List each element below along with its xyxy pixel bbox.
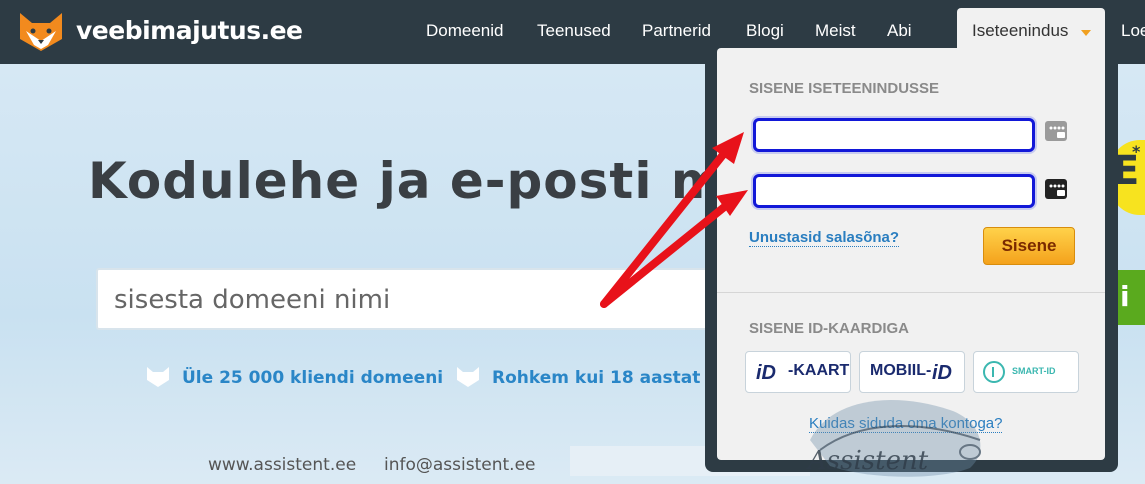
mobile-id-prefix: MOBIIL- [870,362,932,379]
panel-divider [717,292,1105,293]
mobile-id-button[interactable]: MOBIIL- iD [859,351,965,393]
username-input[interactable] [756,121,1036,151]
nav-loe-cut[interactable]: Loe [1121,21,1145,41]
password-field[interactable] [753,174,1036,208]
mobile-id-suffix: iD [932,362,952,384]
id-card-suffix: -KAART [788,362,850,379]
link-account-link[interactable]: Kuidas siduda oma kontoga? [809,415,1003,433]
smart-id-label: SMART-ID [1012,366,1056,376]
domain-search-box[interactable] [96,268,752,330]
footer-site: www.assistent.ee [208,455,357,475]
fox-logo-icon[interactable] [18,11,64,53]
id-card-button[interactable]: iD -KAART [745,351,851,393]
promo-badge-star: * [1132,142,1141,161]
nav-iseteenindus-label: Iseteenindus [972,21,1069,40]
password-manager-icon[interactable] [1044,176,1070,202]
id-section-title: SISENE ID-KAARDIGA [749,320,910,337]
search-submit-glyph: i [1120,280,1130,313]
password-manager-icon[interactable] [1044,118,1070,144]
fox-bullet-icon [457,367,479,387]
caret-down-icon [1081,30,1091,36]
nav-meist[interactable]: Meist [815,21,856,41]
watermark-text: Assistent [808,446,929,476]
forgot-password-link[interactable]: Unustasid salasõna? [749,229,900,247]
login-section-title: SISENE ISETEENINDUSSE [749,80,940,97]
nav-partnerid[interactable]: Partnerid [642,21,711,41]
nav-blogi[interactable]: Blogi [746,21,784,41]
login-dropdown: SISENE ISETEENINDUSSE Unustasid salasõna… [717,48,1105,460]
id-card-prefix: iD [756,362,776,384]
password-input[interactable] [756,177,1036,207]
footer-email: info@assistent.ee [384,455,536,475]
login-submit-button[interactable]: Sisene [983,227,1075,265]
fox-bullet-icon [147,367,169,387]
username-field[interactable] [753,118,1036,152]
feature-clients: Üle 25 000 kliendi domeeni [182,368,444,388]
nav-teenused[interactable]: Teenused [537,21,611,41]
smart-id-button[interactable]: SMART-ID [973,351,1079,393]
nav-domeenid[interactable]: Domeenid [426,21,504,41]
smart-id-icon [983,361,1005,383]
domain-search-input[interactable] [98,270,752,330]
feature-years: Rohkem kui 18 aastat k [492,368,718,388]
nav-abi[interactable]: Abi [887,21,912,41]
brand-name[interactable]: veebimajutus.ee [76,16,303,45]
